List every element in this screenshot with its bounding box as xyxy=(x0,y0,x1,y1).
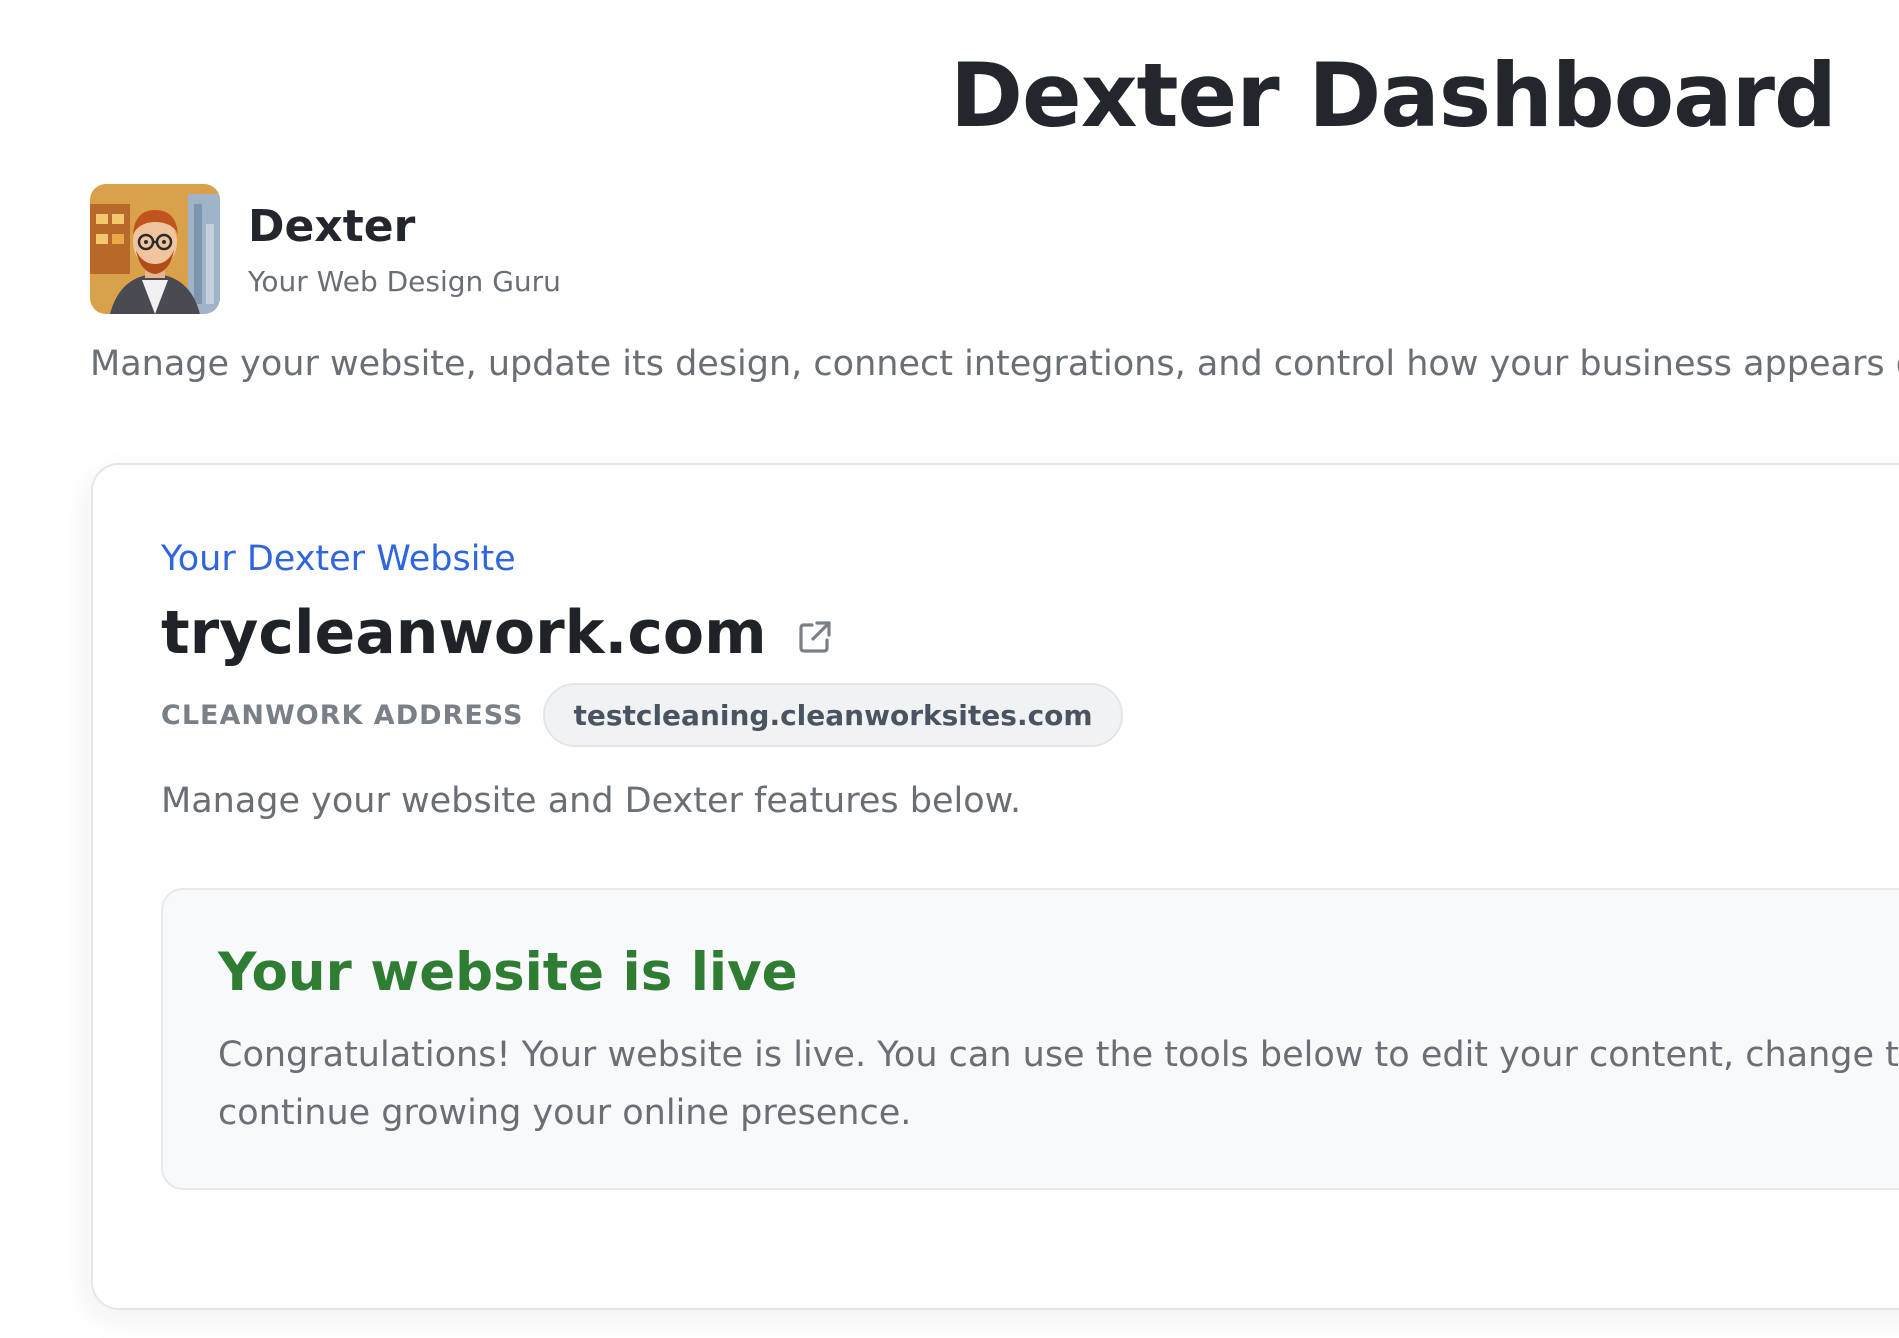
agent-name: Dexter xyxy=(248,200,416,252)
website-card-eyebrow: Your Dexter Website xyxy=(161,539,516,579)
website-card: Your Dexter Website trycleanwork.com CLE… xyxy=(91,463,1899,1310)
agent-tagline: Your Web Design Guru xyxy=(248,264,561,298)
agent-text: Dexter Your Web Design Guru xyxy=(248,201,561,298)
intro-text: Manage your website, update its design, … xyxy=(90,344,1899,384)
dashboard-page: Dexter Dashboard Dexter Your Web Design … xyxy=(0,0,1899,1338)
status-box: Your website is live Congratulations! Yo… xyxy=(161,888,1899,1190)
avatar xyxy=(90,184,220,314)
agent-header: Dexter Your Web Design Guru xyxy=(90,184,561,314)
status-title: Your website is live xyxy=(218,942,798,1003)
website-domain-link[interactable]: trycleanwork.com xyxy=(161,598,767,668)
status-body: Congratulations! Your website is live. Y… xyxy=(218,1035,1899,1133)
domain-row: trycleanwork.com xyxy=(161,598,835,668)
external-link-icon[interactable] xyxy=(795,617,835,657)
address-label: CLEANWORK ADDRESS xyxy=(161,699,524,731)
address-pill: testcleaning.cleanworksites.com xyxy=(543,683,1123,747)
page-title: Dexter Dashboard xyxy=(950,44,1837,147)
avatar-portrait-icon xyxy=(90,184,220,314)
website-card-description: Manage your website and Dexter features … xyxy=(161,781,1022,821)
address-row: CLEANWORK ADDRESS testcleaning.cleanwork… xyxy=(161,683,1123,747)
